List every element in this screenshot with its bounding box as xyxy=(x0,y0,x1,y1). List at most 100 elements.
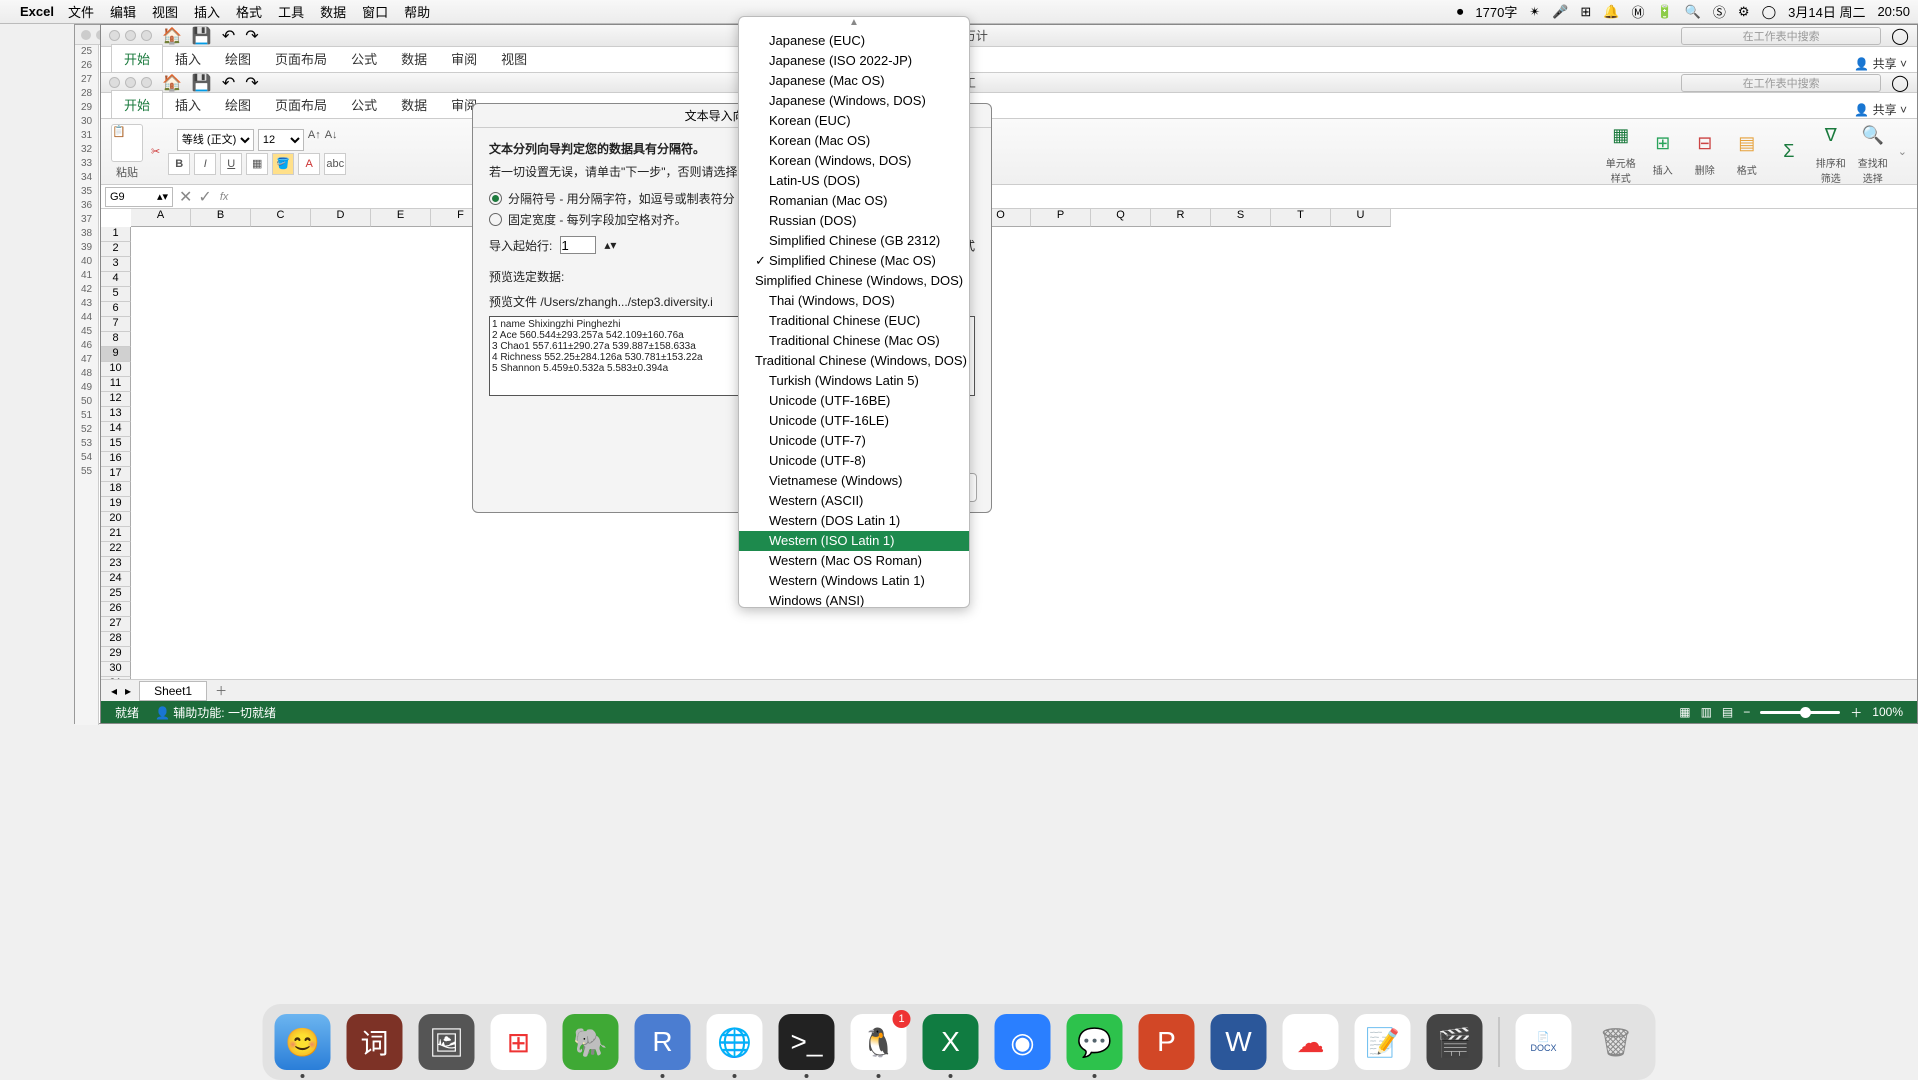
encoding-option[interactable]: Japanese (ISO 2022-JP) xyxy=(739,51,969,71)
column-header[interactable]: A xyxy=(131,209,191,227)
encoding-option[interactable]: Western (DOS Latin 1) xyxy=(739,511,969,531)
zoom-dot[interactable] xyxy=(141,30,152,41)
phonetic-button[interactable]: abc xyxy=(324,153,346,175)
delete-cells-icon[interactable]: ⊟ xyxy=(1688,126,1722,160)
column-header[interactable]: P xyxy=(1031,209,1091,227)
ribbon-collapse-icon[interactable]: ⌄ xyxy=(1898,145,1907,158)
accept-formula-icon[interactable]: ✓ xyxy=(198,187,211,207)
row-header[interactable]: 8 xyxy=(101,332,131,347)
tab-insert[interactable]: 插入 xyxy=(163,45,213,72)
dock-finder[interactable]: 😊 xyxy=(275,1014,331,1070)
inner-tab-formulas[interactable]: 公式 xyxy=(339,91,389,118)
tab-data[interactable]: 数据 xyxy=(389,45,439,72)
status-battery-icon[interactable]: 🔋 xyxy=(1657,4,1673,20)
row-header[interactable]: 23 xyxy=(101,557,131,572)
row-header[interactable]: 3 xyxy=(101,257,131,272)
inner-home-icon[interactable]: 🏠 xyxy=(162,73,182,93)
status-time[interactable]: 20:50 xyxy=(1877,4,1910,19)
row-header[interactable]: 2 xyxy=(101,242,131,257)
inner-sync-icon[interactable]: ◯ xyxy=(1891,73,1909,93)
inner-undo-icon[interactable]: ↶ xyxy=(222,73,235,93)
column-header[interactable]: S xyxy=(1211,209,1271,227)
home-icon[interactable]: 🏠 xyxy=(162,26,182,46)
column-header[interactable]: Q xyxy=(1091,209,1151,227)
encoding-option[interactable]: Western (ASCII) xyxy=(739,491,969,511)
fx-label[interactable]: fx xyxy=(220,191,229,203)
tab-review[interactable]: 审阅 xyxy=(439,45,489,72)
status-date[interactable]: 3月14日 周二 xyxy=(1788,2,1865,21)
dock-evernote[interactable]: 🐘 xyxy=(563,1014,619,1070)
row-header[interactable]: 28 xyxy=(101,632,131,647)
encoding-option[interactable]: Japanese (Windows, DOS) xyxy=(739,91,969,111)
dock-textedit[interactable]: 📝 xyxy=(1355,1014,1411,1070)
dock-qq[interactable]: 🐧1 xyxy=(851,1014,907,1070)
status-bell-icon[interactable]: 🔔 xyxy=(1603,4,1619,20)
name-box[interactable]: G9▴▾ xyxy=(105,187,173,207)
status-mic-icon[interactable]: 🎤 xyxy=(1552,4,1568,20)
view-pagelayout-icon[interactable]: ▥ xyxy=(1701,705,1712,719)
encoding-option[interactable]: Unicode (UTF-8) xyxy=(739,451,969,471)
inner-tab-insert[interactable]: 插入 xyxy=(163,91,213,118)
sheet-tab[interactable]: Sheet1 xyxy=(139,681,207,701)
encoding-option[interactable]: Simplified Chinese (GB 2312) xyxy=(739,231,969,251)
encoding-option[interactable]: Simplified Chinese (Windows, DOS) xyxy=(739,271,969,291)
row-header[interactable]: 21 xyxy=(101,527,131,542)
dock-preview[interactable]: 🖼︎ xyxy=(419,1014,475,1070)
menu-insert[interactable]: 插入 xyxy=(194,2,220,21)
status-search-icon[interactable]: 🔍 xyxy=(1685,4,1701,20)
inner-search[interactable]: 在工作表中搜索 xyxy=(1681,74,1881,92)
dock-wechat[interactable]: 💬 xyxy=(1067,1014,1123,1070)
row-header[interactable]: 18 xyxy=(101,482,131,497)
dock-chrome[interactable]: 🌐 xyxy=(707,1014,763,1070)
tab-home[interactable]: 开始 xyxy=(111,44,163,72)
font-select[interactable]: 等线 (正文) xyxy=(177,129,254,151)
inner-zoom-dot[interactable] xyxy=(141,77,152,88)
redo-icon[interactable]: ↷ xyxy=(245,26,258,46)
encoding-option[interactable]: Latin-US (DOS) xyxy=(739,171,969,191)
encoding-option[interactable]: Russian (DOS) xyxy=(739,211,969,231)
sheet-search[interactable]: 在工作表中搜索 xyxy=(1681,27,1881,45)
sheet-area[interactable]: ABCDEFGHIJKLMNOPQRSTU 123456789101112131… xyxy=(101,209,1917,683)
tab-layout[interactable]: 页面布局 xyxy=(263,45,339,72)
column-header[interactable]: C xyxy=(251,209,311,227)
status-s-icon[interactable]: Ⓢ xyxy=(1713,2,1726,21)
row-header[interactable]: 7 xyxy=(101,317,131,332)
cut-icon[interactable]: ✂︎ xyxy=(151,145,160,158)
status-control-center-icon[interactable]: ⚙︎ xyxy=(1738,4,1750,20)
cellstyle-icon[interactable]: ▦ xyxy=(1604,119,1638,153)
encoding-option[interactable]: Western (Windows Latin 1) xyxy=(739,571,969,591)
row-header[interactable]: 15 xyxy=(101,437,131,452)
inner-tab-layout[interactable]: 页面布局 xyxy=(263,91,339,118)
fill-color-button[interactable]: 🪣 xyxy=(272,153,294,175)
row-header[interactable]: 27 xyxy=(101,617,131,632)
encoding-option[interactable]: Vietnamese (Windows) xyxy=(739,471,969,491)
encoding-option[interactable]: ✓Simplified Chinese (Mac OS) xyxy=(739,251,969,271)
row-header[interactable]: 24 xyxy=(101,572,131,587)
italic-button[interactable]: I xyxy=(194,153,216,175)
menu-window[interactable]: 窗口 xyxy=(362,2,388,21)
encoding-option[interactable]: Japanese (EUC) xyxy=(739,31,969,51)
bold-button[interactable]: B xyxy=(168,153,190,175)
dock-dictionary[interactable]: 词 xyxy=(347,1014,403,1070)
encoding-option[interactable]: Thai (Windows, DOS) xyxy=(739,291,969,311)
zoom-in-button[interactable]: ＋ xyxy=(1850,704,1862,721)
row-header[interactable]: 4 xyxy=(101,272,131,287)
inner-share-button[interactable]: 👤 共享 ˅ xyxy=(1854,101,1907,118)
insert-cells-icon[interactable]: ⊞ xyxy=(1646,126,1680,160)
zoom-level[interactable]: 100% xyxy=(1872,705,1903,719)
save-icon[interactable]: 💾 xyxy=(192,26,212,46)
undo-icon[interactable]: ↶ xyxy=(222,26,235,46)
view-pagebreak-icon[interactable]: ▤ xyxy=(1722,705,1733,719)
inner-min-dot[interactable] xyxy=(125,77,136,88)
increase-font-icon[interactable]: A↑ xyxy=(308,129,321,151)
row-header[interactable]: 10 xyxy=(101,362,131,377)
stepper-icon[interactable]: ▴▾ xyxy=(604,238,616,252)
encoding-option[interactable]: Turkish (Windows Latin 5) xyxy=(739,371,969,391)
tab-formulas[interactable]: 公式 xyxy=(339,45,389,72)
dock-powerpoint[interactable]: P xyxy=(1139,1014,1195,1070)
column-header[interactable]: B xyxy=(191,209,251,227)
dock-terminal[interactable]: >_ xyxy=(779,1014,835,1070)
encoding-option[interactable]: Traditional Chinese (EUC) xyxy=(739,311,969,331)
sheet-nav-prev-icon[interactable]: ◂ xyxy=(111,684,117,698)
inner-tab-data[interactable]: 数据 xyxy=(389,91,439,118)
